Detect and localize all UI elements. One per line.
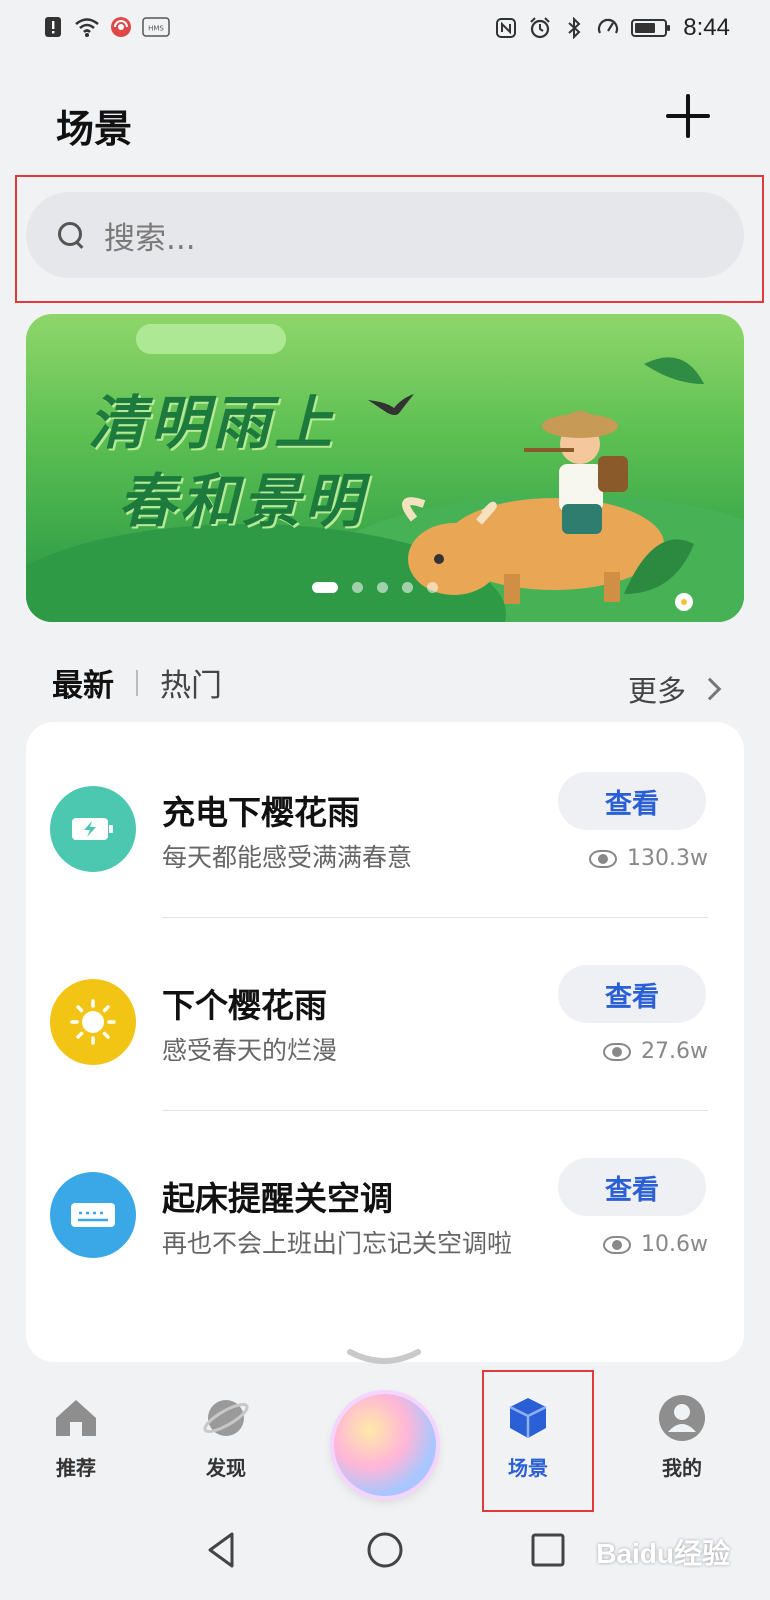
wifi-icon [75,18,99,37]
view-button[interactable]: 查看 [558,965,706,1023]
scene-title: 充电下樱花雨 [162,793,360,832]
status-bar: HMS 8:44 [0,0,770,58]
home-circle-icon[interactable] [365,1530,405,1570]
bluetooth-icon [568,17,581,39]
view-count-value: 27.6w [641,1039,708,1064]
nav-label: 我的 [662,1456,702,1480]
pagination-dot[interactable] [352,582,363,593]
view-button[interactable]: 查看 [558,772,706,830]
banner-pagination [312,582,438,593]
nav-item-discover[interactable]: 发现 [166,1366,286,1486]
view-count-value: 130.3w [627,846,708,871]
battery-icon [631,19,671,37]
pagination-dot-active[interactable] [312,582,338,593]
page-title: 场景 [56,107,133,151]
list-item[interactable]: 充电下樱花雨 每天都能感受满满春意 查看 130.3w [26,722,744,918]
more-label: 更多 [627,674,686,708]
sun-icon [50,979,136,1065]
speedometer-icon [598,18,619,34]
hms-icon: HMS [142,17,170,37]
chevron-down-icon[interactable] [346,1348,422,1368]
chevron-right-icon [698,677,722,701]
add-scene-button[interactable] [666,94,710,138]
tab-popular[interactable]: 热门 [160,660,222,705]
scene-title: 下个樱花雨 [162,986,327,1025]
nav-highlight-box [482,1370,594,1512]
battery-charging-icon [50,786,136,872]
tab-divider [136,669,138,696]
scene-subtitle: 再也不会上班出门忘记关空调啦 [162,1229,513,1258]
air-conditioner-icon [50,1172,136,1258]
eye-icon [603,1042,632,1061]
nav-label: 发现 [206,1456,246,1480]
eye-icon [589,849,618,868]
nav-item-profile[interactable]: 我的 [622,1366,742,1486]
hotspot-icon [111,17,131,37]
scene-list: 充电下樱花雨 每天都能感受满满春意 查看 130.3w 下个樱花雨 感受春天的烂… [26,722,744,1362]
scene-title: 起床提醒关空调 [162,1179,393,1218]
cloud-decoration [136,324,286,354]
more-link[interactable]: 更多 [627,668,722,710]
view-count-value: 10.6w [641,1232,708,1257]
list-item[interactable]: 下个樱花雨 感受春天的烂漫 查看 27.6w [26,915,744,1111]
tab-latest[interactable]: 最新 [52,660,114,705]
view-count: 10.6w [578,1232,708,1257]
planet-icon [203,1400,249,1436]
view-button[interactable]: 查看 [558,1158,706,1216]
status-time: 8:44 [683,14,730,41]
view-count: 130.3w [578,846,708,871]
search-input[interactable]: 搜索... [26,192,744,278]
scene-subtitle: 每天都能感受满满春意 [162,843,413,872]
eye-icon [603,1235,632,1254]
assistant-orb-button[interactable] [334,1394,436,1496]
pagination-dot[interactable] [402,582,413,593]
swallow-illustration [368,394,414,415]
promo-banner[interactable]: 清明雨上 春和景明 [26,314,744,622]
scene-subtitle: 感受春天的烂漫 [162,1036,338,1065]
svg-text:HMS: HMS [148,25,164,33]
alert-icon [45,17,61,37]
nav-label: 推荐 [56,1456,96,1480]
nav-item-recommend[interactable]: 推荐 [16,1366,136,1486]
banner-headline: 清明雨上 [88,389,337,457]
banner-subheadline: 春和景明 [118,467,367,535]
pagination-dot[interactable] [427,582,438,593]
pagination-dot[interactable] [377,582,388,593]
search-icon [56,220,86,250]
back-icon[interactable] [202,1530,242,1570]
home-icon [56,1400,96,1436]
person-icon [659,1395,705,1441]
recents-icon[interactable] [528,1530,568,1570]
view-count: 27.6w [578,1039,708,1064]
boy-on-ox-illustration [402,357,704,611]
watermark: Baidu经验 [596,1538,730,1569]
alarm-icon [530,17,550,39]
list-item[interactable]: 起床提醒关空调 再也不会上班出门忘记关空调啦 查看 10.6w [26,1108,744,1304]
scene-tabs: 最新 热门 [52,660,222,705]
search-placeholder: 搜索... [104,220,196,257]
nfc-icon [496,18,517,38]
